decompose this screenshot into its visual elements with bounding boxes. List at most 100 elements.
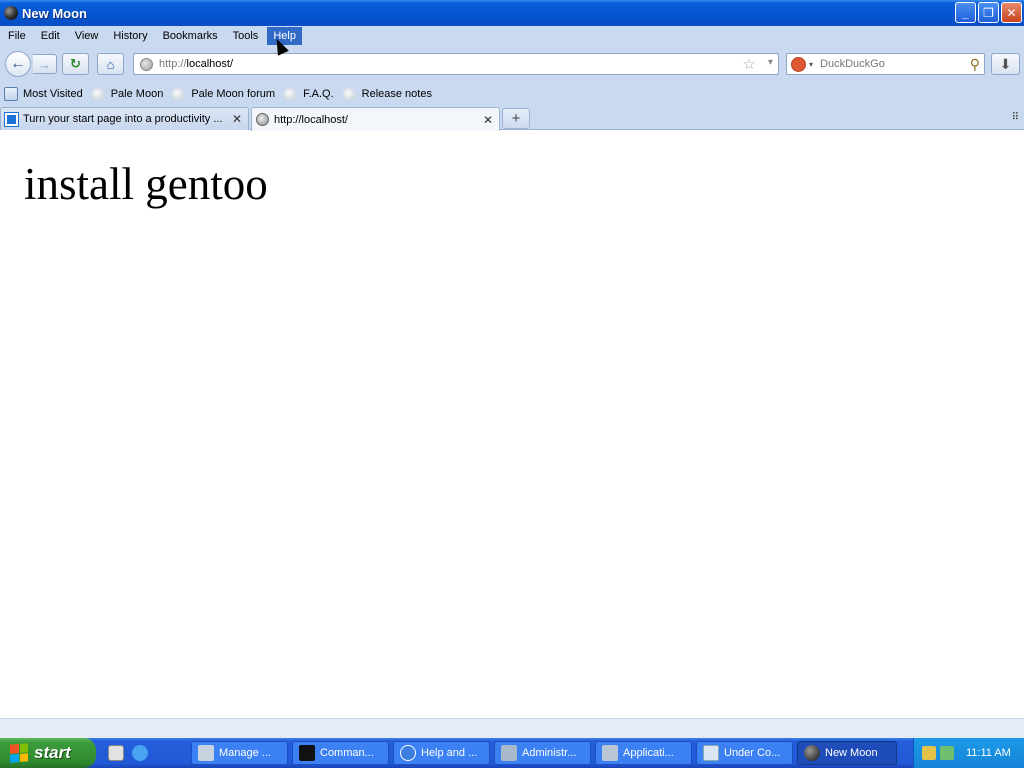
clock[interactable]: 11:11 AM bbox=[966, 747, 1011, 759]
reload-icon: ↻ bbox=[70, 56, 81, 71]
bookmark-pale-moon-forum[interactable]: Pale Moon forum bbox=[172, 87, 276, 101]
taskbar-manage[interactable]: Manage ... bbox=[191, 741, 288, 765]
url-history-dropdown-icon[interactable]: ▾ bbox=[768, 57, 773, 68]
quicklaunch-explorer-icon[interactable] bbox=[108, 745, 124, 761]
taskbar-label: Help and ... bbox=[421, 747, 478, 759]
tab-list-icon[interactable]: ⠿ bbox=[1012, 112, 1019, 123]
tab-start-page[interactable]: Turn your start page into a productivity… bbox=[0, 107, 249, 130]
taskbar-administr[interactable]: Administr... bbox=[494, 741, 591, 765]
app-icon bbox=[4, 6, 18, 20]
start-button[interactable]: start bbox=[0, 738, 96, 768]
taskbar-label: Applicati... bbox=[623, 747, 674, 759]
home-button[interactable]: ⌂ bbox=[97, 53, 124, 75]
application-icon bbox=[602, 745, 618, 761]
taskbar-label: Administr... bbox=[522, 747, 577, 759]
new-tab-button[interactable]: + bbox=[502, 108, 530, 129]
forward-button[interactable]: → bbox=[33, 54, 57, 74]
menu-view[interactable]: View bbox=[69, 27, 105, 45]
bookmark-globe-icon bbox=[91, 87, 105, 101]
bookmark-star-icon[interactable]: ☆ bbox=[743, 55, 756, 73]
bookmarks-toolbar: Most Visited Pale Moon Pale Moon forum F… bbox=[0, 85, 1024, 103]
url-protocol: http:// bbox=[159, 58, 187, 70]
menu-file[interactable]: File bbox=[2, 27, 32, 45]
url-text[interactable]: http://localhost/ bbox=[159, 58, 233, 70]
site-identity-icon[interactable] bbox=[140, 57, 153, 71]
tab-localhost[interactable]: http://localhost/ ✕ bbox=[251, 107, 500, 131]
tray-network-icon[interactable] bbox=[940, 746, 954, 760]
tab-label: Turn your start page into a productivity… bbox=[23, 113, 223, 125]
system-tray: 11:11 AM bbox=[913, 738, 1024, 768]
close-button[interactable]: ✕ bbox=[1001, 2, 1022, 23]
window-controls: _ ❐ ✕ bbox=[955, 2, 1022, 23]
new-moon-icon bbox=[804, 745, 820, 761]
nav-toolbar: → ← ↻ ⌂ http://localhost/ ☆ ▾ ▾ ⚲ ⬇ bbox=[0, 48, 1024, 80]
bookmark-label: Release notes bbox=[361, 88, 432, 100]
search-engine-dropdown-icon[interactable]: ▾ bbox=[809, 60, 813, 69]
reload-button[interactable]: ↻ bbox=[62, 53, 89, 75]
taskbar-label: New Moon bbox=[825, 747, 878, 759]
url-host: localhost/ bbox=[186, 58, 234, 70]
bookmark-pale-moon[interactable]: Pale Moon bbox=[91, 87, 164, 101]
back-arrow-icon: ← bbox=[10, 55, 26, 72]
taskbar-applicati[interactable]: Applicati... bbox=[595, 741, 692, 765]
search-magnifier-icon[interactable]: ⚲ bbox=[970, 56, 980, 73]
window-title: New Moon bbox=[22, 5, 87, 21]
menu-tools[interactable]: Tools bbox=[227, 27, 265, 45]
bookmark-globe-icon bbox=[342, 87, 356, 101]
url-bar[interactable]: http://localhost/ ☆ ▾ bbox=[133, 53, 779, 75]
back-button[interactable]: ← bbox=[5, 51, 31, 77]
plus-icon: + bbox=[511, 110, 521, 127]
forward-arrow-icon: → bbox=[38, 56, 51, 72]
command-prompt-icon bbox=[299, 745, 315, 761]
duckduckgo-icon[interactable] bbox=[791, 56, 806, 72]
downloads-button[interactable]: ⬇ bbox=[991, 53, 1020, 75]
bookmark-globe-icon bbox=[284, 87, 298, 101]
taskbar-label: Under Co... bbox=[724, 747, 781, 759]
taskbar: start Manage ... Comman... Help and ... … bbox=[0, 738, 1024, 768]
bookmark-label: Pale Moon forum bbox=[191, 88, 276, 100]
taskbar-label: Manage ... bbox=[219, 747, 271, 759]
menu-history[interactable]: History bbox=[107, 27, 153, 45]
start-label: start bbox=[34, 743, 71, 762]
start-page-favicon-icon bbox=[4, 111, 19, 127]
quicklaunch-ie-icon[interactable] bbox=[132, 745, 148, 761]
title-bar: New Moon _ ❐ ✕ bbox=[0, 0, 1024, 26]
menu-edit[interactable]: Edit bbox=[35, 27, 66, 45]
menu-bar: File Edit View History Bookmarks Tools H… bbox=[0, 26, 1024, 46]
bookmark-globe-icon bbox=[172, 87, 186, 101]
search-input[interactable] bbox=[820, 58, 951, 70]
home-icon: ⌂ bbox=[106, 56, 115, 72]
taskbar-label: Comman... bbox=[320, 747, 374, 759]
maximize-button[interactable]: ❐ bbox=[978, 2, 999, 23]
taskbar-under-co[interactable]: Under Co... bbox=[696, 741, 793, 765]
tab-close-icon[interactable]: ✕ bbox=[230, 112, 244, 126]
bookmark-label: F.A.Q. bbox=[303, 88, 334, 100]
tab-close-icon[interactable]: ✕ bbox=[481, 113, 495, 127]
bookmark-most-visited[interactable]: Most Visited bbox=[0, 87, 83, 101]
taskbar-help[interactable]: Help and ... bbox=[393, 741, 490, 765]
bookmark-faq[interactable]: F.A.Q. bbox=[284, 87, 334, 101]
bookmark-release-notes[interactable]: Release notes bbox=[342, 87, 432, 101]
help-icon bbox=[400, 745, 416, 761]
menu-bookmarks[interactable]: Bookmarks bbox=[157, 27, 224, 45]
ie-page-icon bbox=[703, 745, 719, 761]
manage-icon bbox=[198, 745, 214, 761]
smart-folder-icon bbox=[4, 87, 18, 101]
search-bar[interactable]: ▾ ⚲ bbox=[786, 53, 985, 75]
page-heading: install gentoo bbox=[24, 159, 268, 209]
admin-tools-icon bbox=[501, 745, 517, 761]
globe-favicon-icon bbox=[256, 113, 269, 126]
tray-security-icon[interactable] bbox=[922, 746, 936, 760]
page-content: install gentoo bbox=[0, 130, 1024, 718]
tab-label: http://localhost/ bbox=[274, 113, 348, 126]
bookmark-label: Most Visited bbox=[23, 88, 83, 100]
taskbar-command[interactable]: Comman... bbox=[292, 741, 389, 765]
bookmark-label: Pale Moon bbox=[110, 88, 164, 100]
status-bar bbox=[0, 718, 1024, 738]
browser-chrome: File Edit View History Bookmarks Tools H… bbox=[0, 26, 1024, 131]
tab-strip: Turn your start page into a productivity… bbox=[0, 106, 1024, 131]
minimize-button[interactable]: _ bbox=[955, 2, 976, 23]
download-arrow-icon: ⬇ bbox=[999, 55, 1012, 72]
windows-logo-icon bbox=[10, 743, 28, 763]
taskbar-new-moon[interactable]: New Moon bbox=[797, 741, 897, 765]
